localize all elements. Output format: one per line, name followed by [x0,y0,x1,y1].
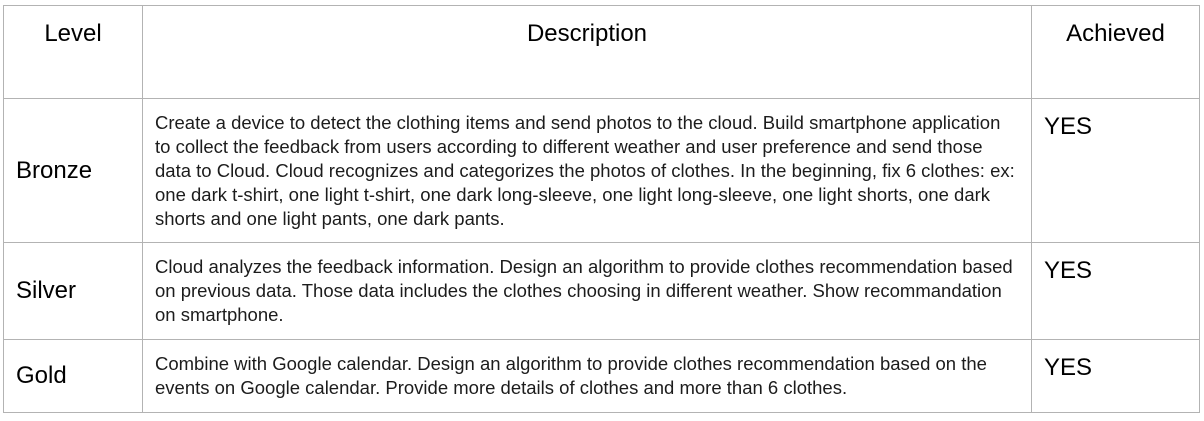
header-achieved: Achieved [1031,5,1200,99]
achieved-cell: YES [1031,98,1200,243]
level-cell: Gold [3,339,143,413]
level-cell: Bronze [3,98,143,243]
description-cell: Cloud analyzes the feedback information.… [142,242,1032,340]
table-row: Gold Combine with Google calendar. Desig… [3,339,1200,413]
achieved-cell: YES [1031,242,1200,340]
level-cell: Silver [3,242,143,340]
achieved-cell: YES [1031,339,1200,413]
table-header-row: Level Description Achieved [3,5,1200,99]
table-row: Silver Cloud analyzes the feedback infor… [3,242,1200,340]
description-cell: Combine with Google calendar. Design an … [142,339,1032,413]
achievement-table: Level Description Achieved Bronze Create… [3,5,1200,413]
table-row: Bronze Create a device to detect the clo… [3,98,1200,243]
header-description: Description [142,5,1032,99]
header-level: Level [3,5,143,99]
description-cell: Create a device to detect the clothing i… [142,98,1032,243]
